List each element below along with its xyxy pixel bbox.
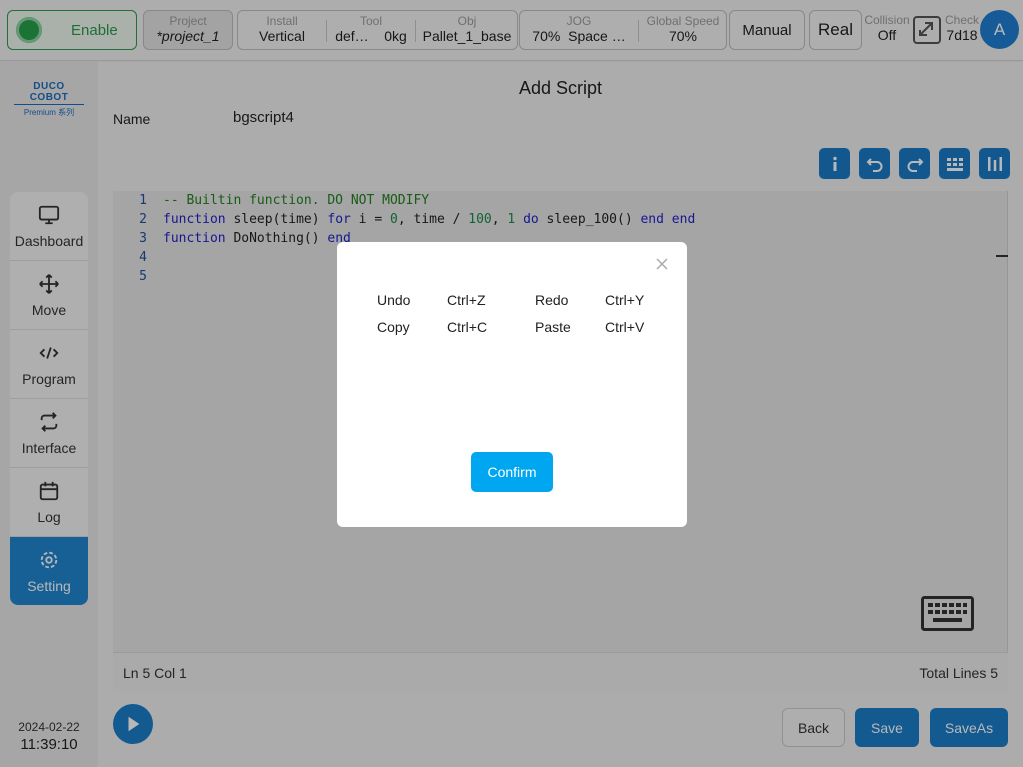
shortcut-keys: Ctrl+Z — [447, 292, 486, 308]
shortcuts-dialog: Undo Ctrl+Z Redo Ctrl+Y Copy Ctrl+C Past… — [337, 242, 687, 527]
confirm-button[interactable]: Confirm — [471, 452, 553, 492]
close-icon[interactable] — [655, 257, 669, 271]
shortcut-keys: Ctrl+V — [605, 319, 645, 335]
shortcut-action: Redo — [535, 292, 569, 308]
shortcut-action: Copy — [377, 319, 410, 335]
shortcut-action: Paste — [535, 319, 571, 335]
shortcut-action: Undo — [377, 292, 411, 308]
shortcut-keys: Ctrl+C — [447, 319, 488, 335]
shortcut-keys: Ctrl+Y — [605, 292, 645, 308]
